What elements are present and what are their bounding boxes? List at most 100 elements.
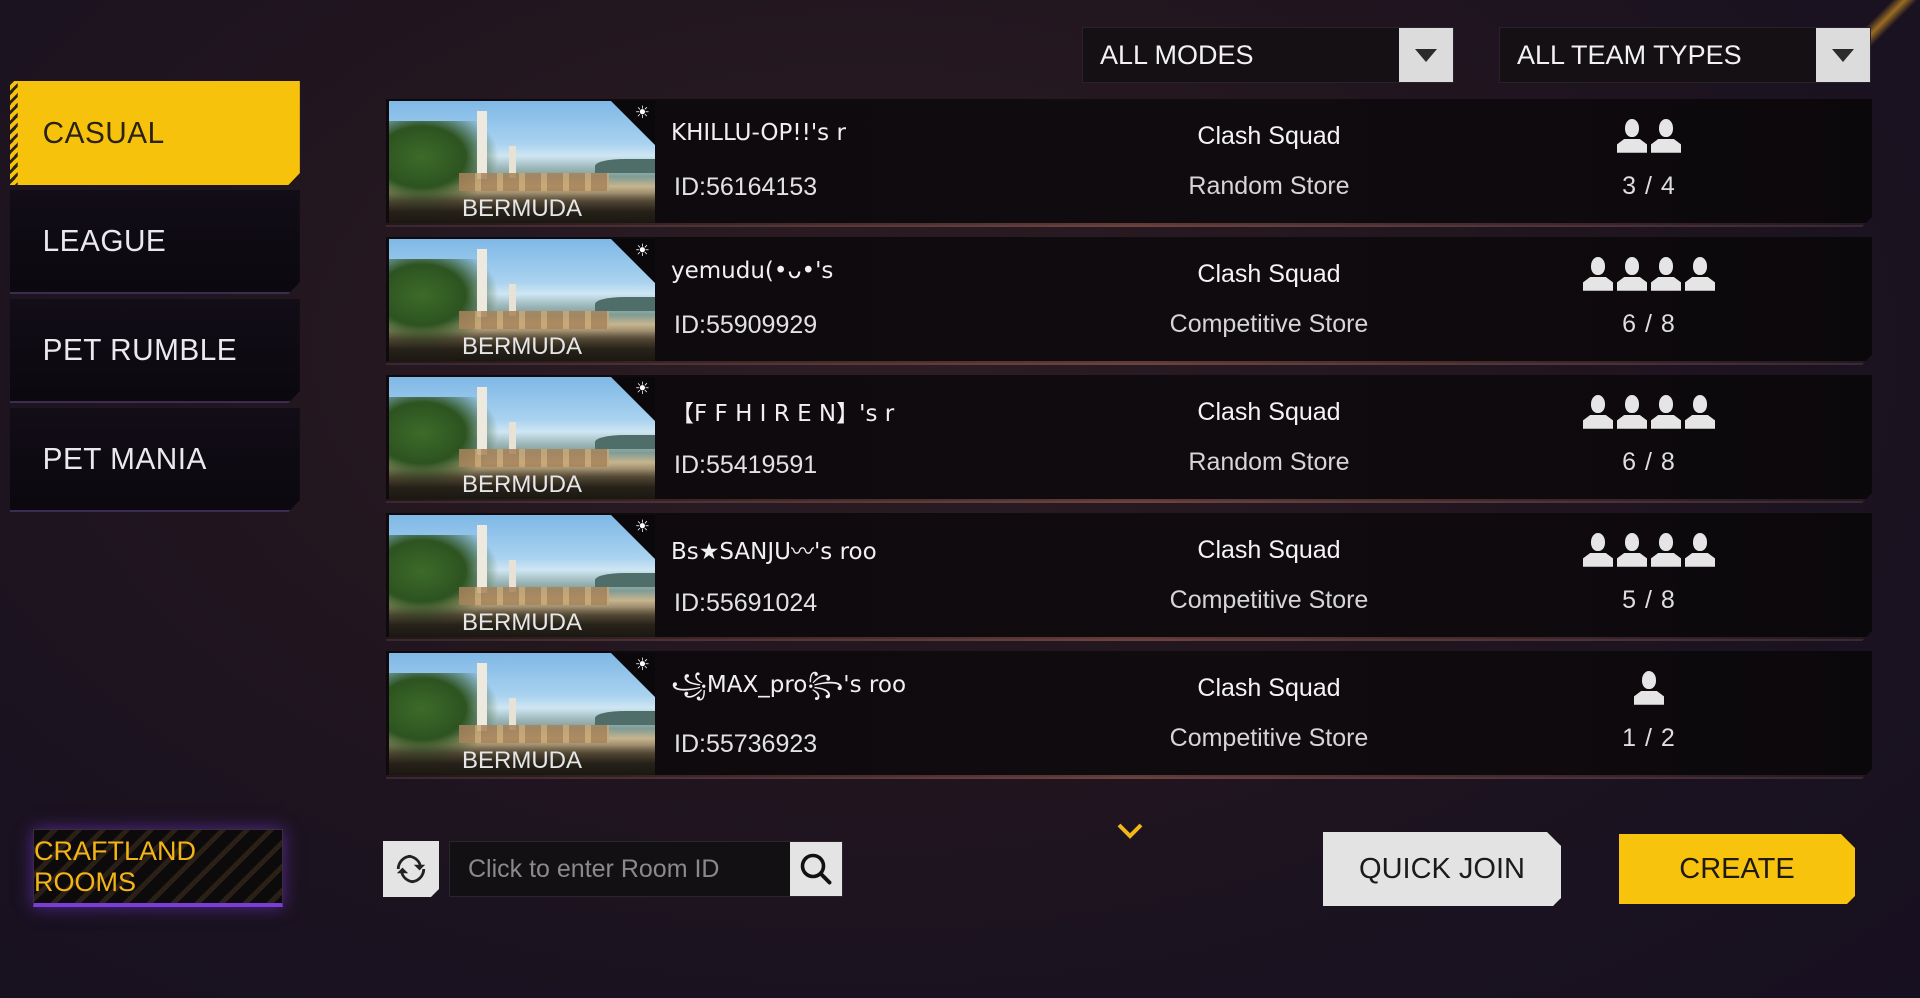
person-icon [1651,119,1681,153]
map-art [477,111,487,179]
room-info: ꧁MAX_pro꧂'s roo ID:55736923 [659,651,1079,777]
player-icons [1583,533,1715,567]
map-art [595,159,655,173]
room-players: 3 / 4 [1459,99,1839,225]
room-mode-info: Clash Squad Competitive Store [1079,237,1459,363]
person-icon [1617,533,1647,567]
person-icon [1617,257,1647,291]
map-art [459,449,609,467]
room-mode-info: Clash Squad Random Store [1079,375,1459,501]
room-id: ID:55909929 [674,310,818,339]
team-type-filter-toggle[interactable] [1816,28,1870,82]
map-thumbnail: ☀ BERMUDA [389,101,655,223]
room-id: ID:55736923 [674,730,818,758]
room-players: 1 / 2 [1459,651,1839,777]
room-id: ID:55691024 [674,588,818,617]
room-list: ☀ BERMUDA KHILLU-OP!!'s r ID:56164153 Cl… [386,99,1872,789]
person-icon [1583,395,1613,429]
mode-filter-toggle[interactable] [1399,28,1453,82]
room-info: KHILLU-OP!!'s r ID:56164153 [659,99,1079,225]
map-thumbnail: ☀ BERMUDA [389,239,655,361]
sidebar-item-label: PET RUMBLE [42,332,238,367]
map-art [595,435,655,449]
room-mode-info: Clash Squad Competitive Store [1079,651,1459,777]
person-icon [1685,533,1715,567]
map-name: BERMUDA [389,745,655,775]
room-players: 5 / 8 [1459,513,1839,639]
store-type: Random Store [1188,171,1350,200]
person-icon [1651,395,1681,429]
room-name: ꧁MAX_pro꧂'s roo [671,672,907,698]
refresh-icon [394,852,428,886]
mode-filter-dropdown[interactable]: ALL MODES [1082,27,1454,83]
person-icon [1583,533,1613,567]
game-mode: Clash Squad [1197,535,1341,564]
craftland-rooms-button[interactable]: CRAFTLAND ROOMS [33,829,283,907]
sidebar-item-casual[interactable]: CASUAL [10,81,300,185]
room-name: KHILLU-OP!!'s r [671,120,846,147]
store-type: Random Store [1188,447,1350,476]
team-type-filter-value: ALL TEAM TYPES [1517,39,1742,70]
room-info: Bs★SANJU〰's roo ID:55691024 [659,513,1079,639]
sidebar-item-label: PET MANIA [42,441,207,476]
quick-join-button[interactable]: QUICK JOIN [1323,832,1561,906]
map-name: BERMUDA [389,193,655,223]
player-icons [1583,257,1715,291]
person-icon [1651,533,1681,567]
scroll-down-button[interactable] [1115,820,1145,847]
sun-icon: ☀ [634,517,650,536]
map-art [477,525,487,593]
game-mode: Clash Squad [1197,673,1341,702]
map-art [477,663,487,731]
player-count: 3 / 4 [1622,172,1676,201]
refresh-button[interactable] [383,841,439,897]
sun-icon: ☀ [634,103,650,122]
sun-icon: ☀ [634,379,650,398]
mode-filter-value: ALL MODES [1100,39,1254,70]
room-row[interactable]: ☀ BERMUDA Bs★SANJU〰's roo ID:55691024 Cl… [386,513,1872,641]
create-room-button[interactable]: CREATE [1619,834,1855,904]
map-thumbnail: ☀ BERMUDA [389,515,655,637]
room-mode-info: Clash Squad Random Store [1079,99,1459,225]
game-mode: Clash Squad [1197,121,1341,150]
map-art [459,587,609,605]
room-row[interactable]: ☀ BERMUDA 【F F H I R E N】's r ID:5541959… [386,375,1872,503]
map-art [459,725,609,743]
search-button[interactable] [790,842,842,896]
player-count: 6 / 8 [1622,310,1676,339]
person-icon [1651,257,1681,291]
room-mode-info: Clash Squad Competitive Store [1079,513,1459,639]
map-name: BERMUDA [389,469,655,499]
room-row[interactable]: ☀ BERMUDA yemudu(•ᴗ•'s ID:55909929 Clash… [386,237,1872,365]
person-icon [1685,257,1715,291]
map-art [477,387,487,455]
game-mode: Clash Squad [1197,259,1341,288]
room-row[interactable]: ☀ BERMUDA ꧁MAX_pro꧂'s roo ID:55736923 Cl… [386,651,1872,779]
sidebar-item-league[interactable]: LEAGUE [10,190,300,294]
game-mode: Clash Squad [1197,397,1341,426]
room-players: 6 / 8 [1459,375,1839,501]
team-type-filter-dropdown[interactable]: ALL TEAM TYPES [1499,27,1871,83]
player-count: 1 / 2 [1622,724,1676,753]
player-count: 6 / 8 [1622,448,1676,477]
sidebar-item-pet-rumble[interactable]: PET RUMBLE [10,299,300,403]
map-art [459,311,609,329]
room-id: ID:55419591 [674,450,818,479]
map-thumbnail: ☀ BERMUDA [389,377,655,499]
map-art [595,711,655,725]
map-name: BERMUDA [389,331,655,361]
room-name: yemudu(•ᴗ•'s [671,258,834,285]
search-icon [800,853,832,885]
room-id-input[interactable] [450,842,790,896]
room-row[interactable]: ☀ BERMUDA KHILLU-OP!!'s r ID:56164153 Cl… [386,99,1872,227]
player-icons [1617,119,1681,153]
player-icons [1634,671,1664,705]
map-art [477,249,487,317]
store-type: Competitive Store [1169,723,1369,752]
sidebar-item-pet-mania[interactable]: PET MANIA [10,408,300,512]
sun-icon: ☀ [634,241,650,260]
person-icon [1617,119,1647,153]
map-thumbnail: ☀ BERMUDA [389,653,655,775]
room-name: 【F F H I R E N】's r [671,401,895,428]
sun-icon: ☀ [634,655,650,674]
